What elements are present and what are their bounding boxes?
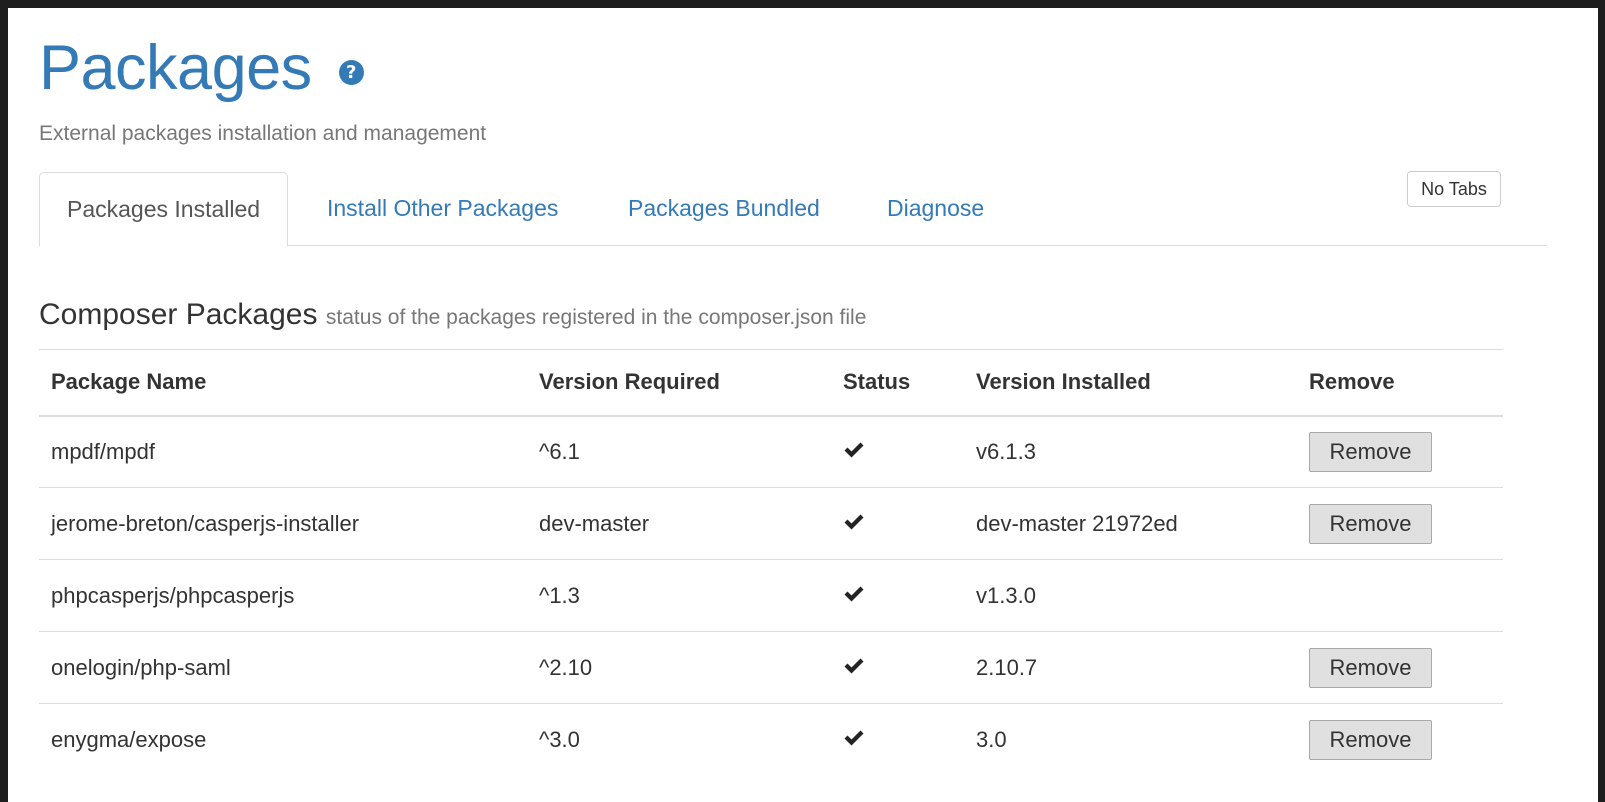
version-required: ^2.10: [539, 654, 593, 680]
question-circle-icon[interactable]: ?: [338, 59, 364, 85]
remove-button[interactable]: Remove: [1309, 503, 1432, 544]
remove-button[interactable]: Remove: [1309, 719, 1432, 760]
remove-cell: Remove: [1297, 488, 1503, 560]
version-required: ^1.3: [539, 582, 580, 608]
status-cell: [831, 416, 964, 488]
table-row: phpcasperjs/phpcasperjs ^1.3 v1.3.0: [39, 560, 1503, 632]
column-header-version-required: Version Required: [539, 369, 720, 395]
status-cell: [831, 560, 964, 632]
remove-cell: [1297, 560, 1503, 632]
version-required: ^3.0: [539, 726, 580, 752]
tab-diagnose[interactable]: Diagnose: [860, 172, 1011, 246]
package-name: onelogin/php-saml: [51, 654, 231, 680]
version-installed: v1.3.0: [976, 582, 1036, 608]
package-name: enygma/expose: [51, 726, 207, 752]
table-row: onelogin/php-saml ^2.10 2.10.7 Remove: [39, 632, 1503, 704]
table-row: jerome-breton/casperjs-installer dev-mas…: [39, 488, 1503, 560]
table-row: mpdf/mpdf ^6.1 v6.1.3 Remove: [39, 416, 1503, 488]
version-installed: v6.1.3: [976, 438, 1036, 464]
no-tabs-button[interactable]: No Tabs: [1407, 171, 1501, 207]
remove-cell: Remove: [1297, 704, 1503, 776]
version-installed: 3.0: [976, 726, 1007, 752]
status-cell: [831, 632, 964, 704]
tab-packages-installed[interactable]: Packages Installed: [39, 172, 289, 247]
title-row: Packages ?: [39, 32, 364, 104]
status-cell: [831, 704, 964, 776]
status-cell: [831, 488, 964, 560]
package-name: phpcasperjs/phpcasperjs: [51, 582, 295, 608]
check-icon: [844, 658, 864, 673]
tab-bar: Packages Installed Install Other Package…: [39, 172, 1547, 247]
tab-install-other-packages[interactable]: Install Other Packages: [300, 172, 585, 246]
package-name: jerome-breton/casperjs-installer: [51, 510, 360, 536]
check-icon: [844, 514, 864, 529]
column-header-remove: Remove: [1309, 369, 1395, 395]
package-name: mpdf/mpdf: [51, 438, 155, 464]
version-installed: 2.10.7: [976, 654, 1038, 680]
remove-cell: Remove: [1297, 632, 1503, 704]
section-heading: Composer Packages status of the packages…: [39, 298, 866, 332]
page-title: Packages: [39, 33, 312, 103]
column-header-status: Status: [843, 369, 911, 395]
packages-table: Package Name Version Required Status Ver…: [39, 349, 1503, 776]
remove-button[interactable]: Remove: [1309, 647, 1432, 688]
version-required: dev-master: [539, 510, 650, 536]
tab-packages-bundled[interactable]: Packages Bundled: [601, 172, 847, 246]
check-icon: [844, 586, 864, 601]
column-header-version-installed: Version Installed: [976, 369, 1151, 395]
remove-cell: Remove: [1297, 416, 1503, 488]
remove-button[interactable]: Remove: [1309, 431, 1432, 472]
section-title: Composer Packages: [39, 298, 318, 331]
table-row: enygma/expose ^3.0 3.0 Remove: [39, 704, 1503, 776]
check-icon: [844, 730, 864, 746]
version-installed: dev-master 21972ed: [976, 510, 1178, 536]
table-header-row: Package Name Version Required Status Ver…: [39, 349, 1503, 416]
version-required: ^6.1: [539, 438, 580, 464]
section-description: status of the packages registered in the…: [325, 306, 867, 329]
page: Packages ? External packages installatio…: [8, 8, 1598, 802]
column-header-package-name: Package Name: [51, 369, 207, 395]
check-icon: [844, 442, 864, 458]
page-subtitle: External packages installation and manag…: [39, 122, 487, 145]
